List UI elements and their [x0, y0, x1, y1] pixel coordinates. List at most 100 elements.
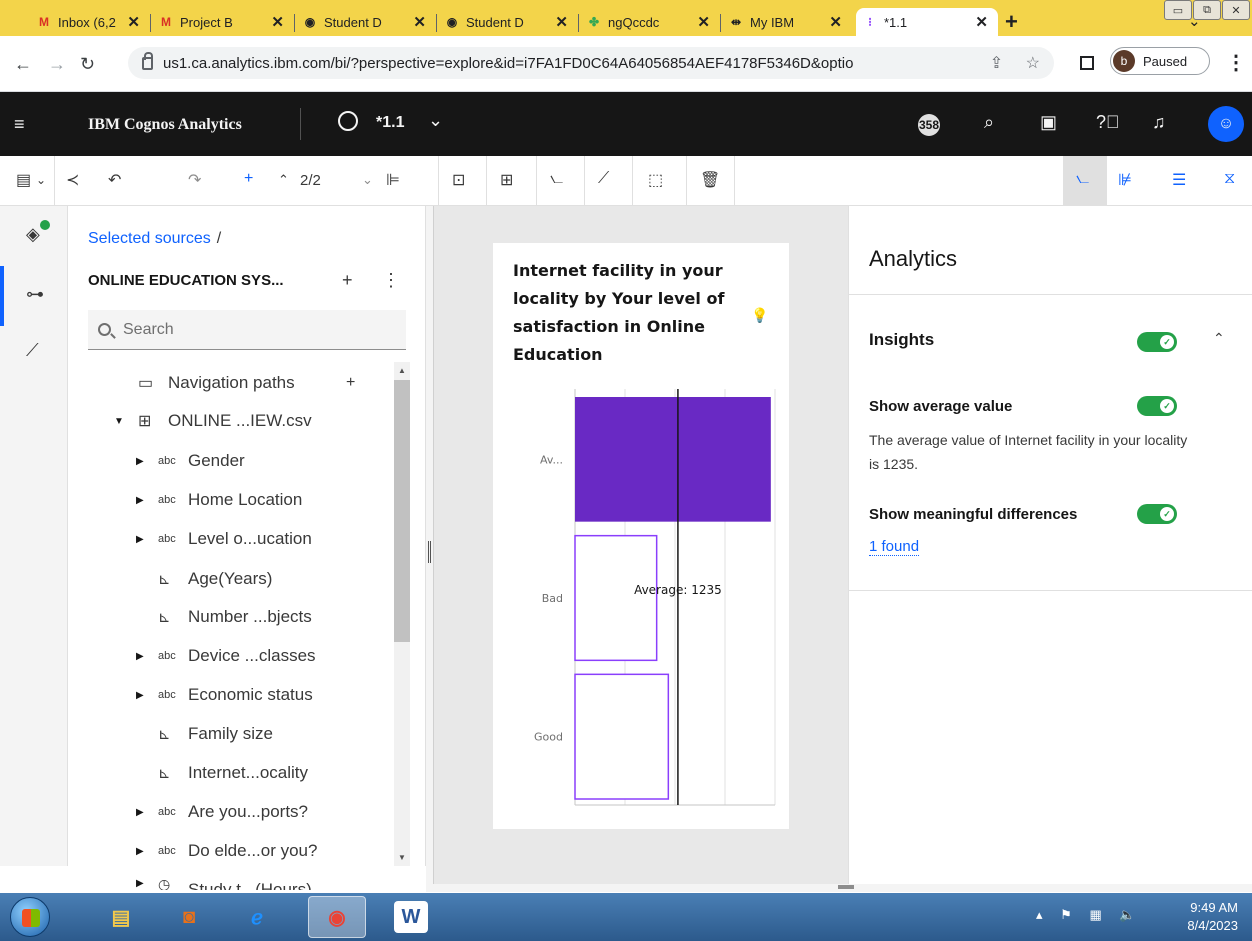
collapse-chevron-icon[interactable]: ⌃ — [1213, 330, 1225, 347]
system-clock[interactable]: 9:49 AM 8/4/2023 — [1158, 899, 1238, 935]
search-icon[interactable]: ⌕ — [984, 112, 994, 133]
fields-panel-icon[interactable]: ☰ — [1172, 170, 1186, 190]
expanded-caret-icon[interactable]: ▼ — [114, 416, 124, 427]
url-bar[interactable]: us1.ca.analytics.ibm.com/bi/?perspective… — [128, 47, 1054, 79]
lightbulb-icon[interactable]: 💡 — [751, 307, 768, 324]
exploration-title[interactable]: *1.1 — [376, 114, 404, 132]
browser-tab-ngqccdc[interactable]: ✤ ngQccdc ✕ — [580, 8, 720, 36]
pin-icon[interactable]: ⟋ — [598, 170, 609, 188]
scrollbar-thumb[interactable] — [394, 380, 410, 642]
browser-tab-student-1[interactable]: ◉ Student D ✕ — [296, 8, 436, 36]
collapsed-caret-icon[interactable]: ▶ — [136, 846, 144, 857]
collapsed-caret-icon[interactable]: ▶ — [136, 495, 144, 506]
browser-tab-project[interactable]: M Project B ✕ — [152, 8, 294, 36]
close-window-button[interactable]: ✕ — [1222, 0, 1250, 20]
browser-tab-myibm[interactable]: ⇹ My IBM ✕ — [722, 8, 852, 36]
word-icon[interactable]: W — [394, 901, 428, 933]
collapsed-caret-icon[interactable]: ▶ — [136, 456, 144, 467]
save-menu-chevron-icon[interactable]: ⌄ — [36, 173, 46, 187]
data-source-icon[interactable]: ◈ — [26, 224, 40, 245]
tree-item-sports[interactable]: ▶ abc Are you...ports? — [88, 797, 378, 827]
internet-explorer-icon[interactable]: ℯ — [228, 896, 286, 938]
tree-item-navigation-paths[interactable]: ▭ Navigation paths + — [88, 368, 378, 398]
close-icon[interactable]: ✕ — [697, 13, 710, 31]
volume-icon[interactable]: 🔈 — [1119, 907, 1135, 922]
collapsed-caret-icon[interactable]: ▶ — [136, 807, 144, 818]
insights-chart-icon[interactable]: ⊯ — [1118, 170, 1132, 190]
tree-item-internet-facility[interactable]: ⊾ Internet...ocality — [88, 758, 378, 788]
restore-button[interactable]: ⧉ — [1193, 0, 1221, 20]
collapsed-caret-icon[interactable]: ▶ — [136, 878, 144, 889]
delete-icon[interactable]: 🗑 — [700, 170, 720, 190]
notifications-bell-icon[interactable]: ♫ — [1152, 112, 1166, 133]
tree-item-table[interactable]: ▼ ⊞ ONLINE ...IEW.csv — [88, 406, 378, 436]
add-card-button[interactable]: + — [244, 170, 253, 188]
minimize-button[interactable]: ▭ — [1164, 0, 1192, 20]
collapsed-caret-icon[interactable]: ▶ — [136, 651, 144, 662]
close-icon[interactable]: ✕ — [413, 13, 426, 31]
profile-button[interactable]: b Paused — [1110, 47, 1210, 75]
assistant-chat-icon[interactable]: ▣ — [1040, 112, 1057, 133]
undo-icon[interactable]: ↶ — [108, 170, 121, 190]
visualization-type-icon[interactable]: ⊡ — [452, 170, 465, 190]
forward-button[interactable]: → — [48, 54, 66, 75]
reload-button[interactable]: ↻ — [80, 54, 95, 75]
add-source-button[interactable]: + — [342, 270, 353, 291]
browser-tab-student-2[interactable]: ◉ Student D ✕ — [438, 8, 578, 36]
new-tab-button[interactable]: + — [1005, 11, 1018, 33]
tree-item-device-classes[interactable]: ▶ abc Device ...classes — [88, 641, 378, 671]
browser-tab-active[interactable]: ⁝ *1.1 ✕ — [856, 8, 998, 36]
properties-icon[interactable]: ⧖ — [1224, 170, 1235, 188]
tree-item-home-location[interactable]: ▶ abc Home Location — [88, 485, 378, 515]
previous-card-chevron-icon[interactable]: ⌃ — [278, 172, 289, 188]
flag-icon[interactable]: ⚑ — [1060, 907, 1072, 922]
add-navigation-path-icon[interactable]: + — [346, 374, 355, 392]
data-tree-icon[interactable]: ⊶ — [26, 284, 44, 305]
share-icon[interactable]: ⇪ — [990, 55, 1003, 72]
align-icon[interactable]: ⊫ — [386, 170, 400, 190]
redo-icon[interactable]: ↷ — [188, 170, 201, 190]
scroll-down-icon[interactable]: ▼ — [398, 853, 406, 862]
start-button[interactable] — [10, 897, 50, 937]
side-panel-icon[interactable] — [1080, 56, 1094, 70]
resize-handle[interactable] — [838, 885, 854, 889]
chevron-down-icon[interactable]: ⌄ — [428, 110, 443, 131]
show-differences-toggle[interactable]: ✓ — [1137, 504, 1177, 524]
analytics-panel-icon[interactable]: ⦦ — [1076, 170, 1089, 188]
collapsed-caret-icon[interactable]: ▶ — [136, 690, 144, 701]
tree-scrollbar[interactable]: ▲ ▼ — [394, 362, 410, 866]
file-explorer-icon[interactable]: ▤ — [92, 896, 150, 938]
swap-icon[interactable]: ⊞ — [500, 170, 513, 190]
share-icon[interactable]: ≺ — [66, 170, 79, 190]
hamburger-menu-icon[interactable]: ≡ — [14, 114, 25, 135]
close-icon[interactable]: ✕ — [127, 13, 140, 31]
tree-item-economic-status[interactable]: ▶ abc Economic status — [88, 680, 378, 710]
breadcrumb[interactable]: Selected sources — [88, 230, 211, 247]
select-area-icon[interactable]: ⬚ — [648, 170, 663, 190]
panel-splitter[interactable] — [426, 206, 434, 888]
chart-card[interactable]: Internet facility in your locality by Yo… — [493, 243, 789, 829]
save-icon[interactable]: ▤ — [16, 170, 31, 190]
pin-icon[interactable]: ⟋ — [26, 340, 39, 361]
tree-item-family-size[interactable]: ⊾ Family size — [88, 719, 378, 749]
browser-tab-inbox[interactable]: M Inbox (6,2 ✕ — [30, 8, 150, 36]
tree-item-gender[interactable]: ▶ abc Gender — [88, 446, 378, 476]
differences-found-link[interactable]: 1 found — [869, 538, 920, 556]
chrome-icon[interactable]: ◉ — [308, 896, 366, 938]
source-overflow-icon[interactable]: ⋮ — [382, 270, 400, 291]
trend-chart-icon[interactable]: ⦦ — [550, 170, 563, 188]
close-icon[interactable]: ✕ — [271, 13, 284, 31]
tray-expand-icon[interactable]: ▴ — [1036, 907, 1043, 922]
source-name[interactable]: ONLINE EDUCATION SYS... — [88, 272, 284, 289]
media-player-icon[interactable]: ◙ — [160, 896, 218, 938]
back-button[interactable]: ← — [14, 54, 32, 75]
tree-item-number-of-subjects[interactable]: ⊾ Number ...bjects — [88, 602, 378, 632]
tree-item-level-of-education[interactable]: ▶ abc Level o...ucation — [88, 524, 378, 554]
splitter-grip-icon[interactable] — [428, 541, 431, 563]
help-icon[interactable]: ?⃝ — [1096, 112, 1120, 133]
network-icon[interactable]: ▦ — [1089, 907, 1101, 922]
scroll-up-icon[interactable]: ▲ — [398, 366, 406, 375]
tree-item-age[interactable]: ⊾ Age(Years) — [88, 564, 378, 594]
next-card-chevron-icon[interactable]: ⌄ — [362, 172, 373, 188]
search-input[interactable]: Search — [88, 310, 406, 350]
